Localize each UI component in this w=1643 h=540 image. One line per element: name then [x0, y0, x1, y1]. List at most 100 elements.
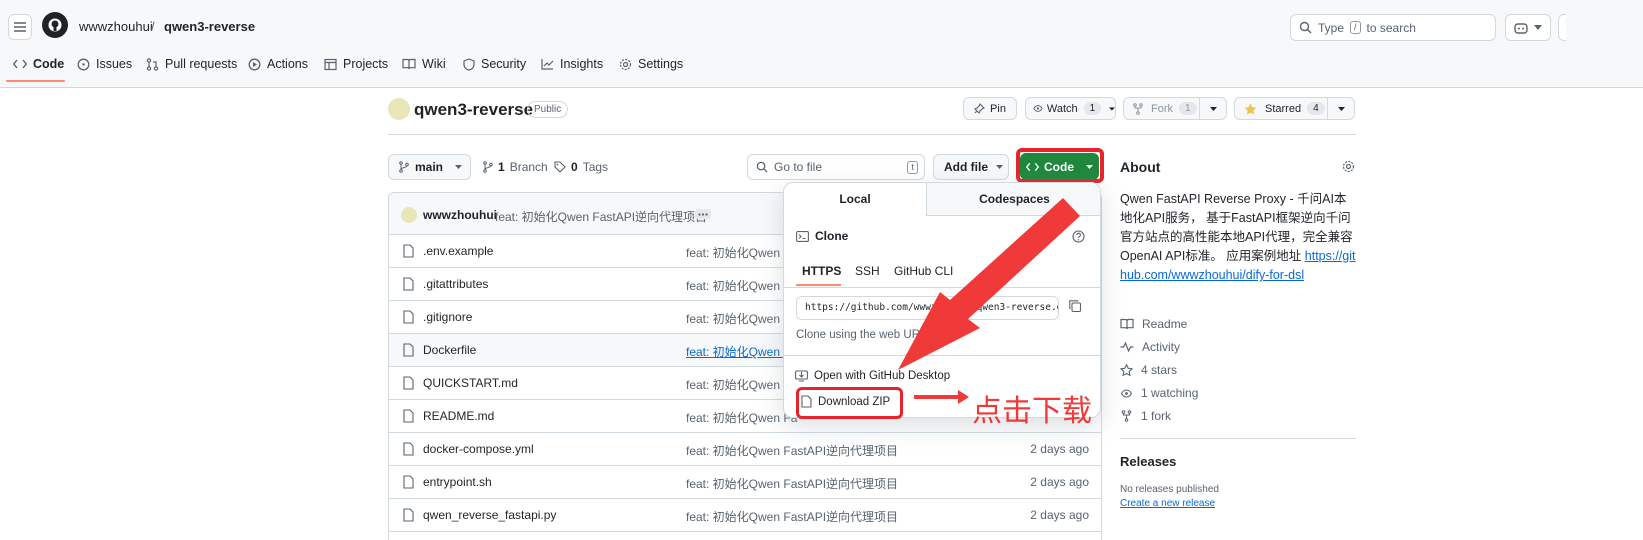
- copilot-button[interactable]: [1505, 14, 1551, 41]
- search-input[interactable]: Type / to search: [1290, 14, 1496, 41]
- search-icon: [756, 161, 768, 173]
- annotation-arrow-icon: [898, 198, 1080, 370]
- create-new-button[interactable]: [1558, 14, 1566, 41]
- shield-icon: [463, 57, 475, 71]
- watch-label: Watch: [1046, 102, 1078, 115]
- table-row[interactable]: entrypoint.sh feat: 初始化Qwen FastAPI逆向代理项…: [389, 466, 1101, 499]
- watching-label: 1 watching: [1141, 386, 1199, 400]
- file-name[interactable]: qwen_reverse_fastapi.py: [423, 508, 556, 522]
- go-to-file-shortcut: t: [907, 160, 918, 174]
- tag-icon: [554, 161, 566, 173]
- commit-message[interactable]: feat: 初始化Qwen FastAPI逆向代理项目: [495, 208, 707, 225]
- repo-owner-avatar[interactable]: [388, 98, 410, 120]
- github-logo-icon[interactable]: [42, 12, 68, 38]
- divider: [1120, 438, 1356, 439]
- eye-icon: [1120, 388, 1133, 398]
- forks-link[interactable]: 1 fork: [1120, 409, 1171, 423]
- branch-icon: [483, 161, 493, 173]
- tab-security[interactable]: Security: [463, 57, 526, 71]
- commit-author[interactable]: wwwzhouhui: [423, 208, 497, 222]
- go-to-file-input[interactable]: Go to file t: [747, 154, 925, 180]
- avatar[interactable]: [401, 207, 417, 223]
- tab-label: Wiki: [422, 57, 446, 71]
- file-icon: [403, 343, 414, 357]
- add-file-button[interactable]: Add file: [933, 154, 1009, 180]
- tab-label: Actions: [267, 57, 308, 71]
- pull-request-icon: [146, 57, 159, 71]
- file-name[interactable]: Dockerfile: [423, 343, 476, 357]
- repo-title[interactable]: qwen3-reverse: [414, 100, 533, 120]
- branch-name: main: [415, 160, 444, 174]
- breadcrumb-repo[interactable]: qwen3-reverse: [164, 19, 255, 34]
- pin-icon: [974, 103, 985, 114]
- chevron-down-icon: [455, 165, 463, 169]
- chevron-down-icon: [1338, 107, 1345, 111]
- file-name[interactable]: docker-compose.yml: [423, 442, 534, 456]
- expand-commit-button[interactable]: [695, 209, 711, 219]
- pin-button[interactable]: Pin: [963, 97, 1017, 120]
- file-name[interactable]: .env.example: [423, 244, 493, 258]
- tab-pull-requests[interactable]: Pull requests: [146, 57, 237, 71]
- create-release-link[interactable]: Create a new release: [1120, 498, 1215, 509]
- file-commit-date: 2 days ago: [1030, 475, 1089, 489]
- file-name[interactable]: README.md: [423, 409, 494, 423]
- tab-actions[interactable]: Actions: [248, 57, 308, 71]
- file-name[interactable]: .gitignore: [423, 310, 472, 324]
- chevron-down-icon: [1534, 25, 1542, 30]
- file-icon: [403, 442, 414, 456]
- file-icon: [403, 277, 414, 291]
- starred-button[interactable]: Starred 4: [1234, 97, 1355, 120]
- tags-count: 0: [571, 160, 578, 174]
- fork-button[interactable]: Fork 1: [1123, 97, 1227, 120]
- go-to-file-placeholder: Go to file: [774, 160, 823, 174]
- file-icon: [403, 475, 414, 489]
- releases-title[interactable]: Releases: [1120, 454, 1176, 469]
- tab-label: Settings: [638, 57, 684, 71]
- file-icon: [403, 376, 414, 390]
- watch-count: 1: [1083, 102, 1102, 115]
- activity-link[interactable]: Activity: [1120, 340, 1180, 354]
- about-settings-button[interactable]: [1342, 160, 1355, 173]
- issue-icon: [77, 58, 90, 70]
- table-row[interactable]: qwen_reverse_fastapi.py feat: 初始化Qwen Fa…: [389, 499, 1101, 532]
- file-name[interactable]: entrypoint.sh: [423, 475, 492, 489]
- branches-label: Branch: [509, 160, 548, 174]
- readme-label: Readme: [1142, 317, 1188, 331]
- search-suffix: to search: [1366, 20, 1416, 35]
- breadcrumb-owner[interactable]: wwwzhouhui: [79, 19, 153, 34]
- tab-projects[interactable]: Projects: [324, 57, 388, 71]
- branch-selector[interactable]: main: [388, 154, 471, 180]
- file-commit-message[interactable]: feat: 初始化Qwen FastAPI逆向代理项目: [686, 508, 898, 525]
- book-icon: [1120, 318, 1134, 330]
- stars-link[interactable]: 4 stars: [1120, 363, 1177, 377]
- ellipsis-icon: [698, 212, 708, 216]
- fork-icon: [1121, 410, 1132, 422]
- file-commit-message[interactable]: feat: 初始化Qwen FastAPI逆向代理项目: [686, 475, 898, 492]
- watch-button[interactable]: Watch 1: [1025, 97, 1116, 120]
- watching-link[interactable]: 1 watching: [1120, 386, 1198, 400]
- file-name[interactable]: QUICKSTART.md: [423, 376, 518, 390]
- menu-button[interactable]: [8, 14, 32, 40]
- tab-insights[interactable]: Insights: [541, 57, 603, 71]
- readme-link[interactable]: Readme: [1120, 317, 1187, 331]
- about-title: About: [1120, 159, 1161, 175]
- tab-label: Code: [33, 57, 65, 71]
- tab-wiki[interactable]: Wiki: [402, 57, 446, 71]
- file-commit-message[interactable]: feat: 初始化Qwen FastAPI逆向代理项目: [686, 442, 898, 459]
- hamburger-icon: [14, 22, 26, 32]
- search-icon: [1299, 21, 1312, 34]
- tab-settings[interactable]: Settings: [619, 57, 683, 71]
- table-row[interactable]: docker-compose.yml feat: 初始化Qwen FastAPI…: [389, 433, 1101, 466]
- branches-link[interactable]: 1 Branch: [483, 160, 548, 174]
- add-file-label: Add file: [944, 160, 988, 174]
- active-tab-indicator: [6, 80, 65, 82]
- graph-icon: [541, 59, 554, 70]
- tags-link[interactable]: 0 Tags: [554, 160, 608, 174]
- tab-issues[interactable]: Issues: [77, 57, 132, 71]
- highlight-box-code: [1016, 148, 1104, 183]
- search-prefix: Type: [1318, 20, 1345, 35]
- gear-icon: [619, 58, 632, 70]
- tab-code[interactable]: Code: [13, 57, 64, 71]
- file-name[interactable]: .gitattributes: [423, 277, 488, 291]
- button-divider: [1199, 98, 1200, 119]
